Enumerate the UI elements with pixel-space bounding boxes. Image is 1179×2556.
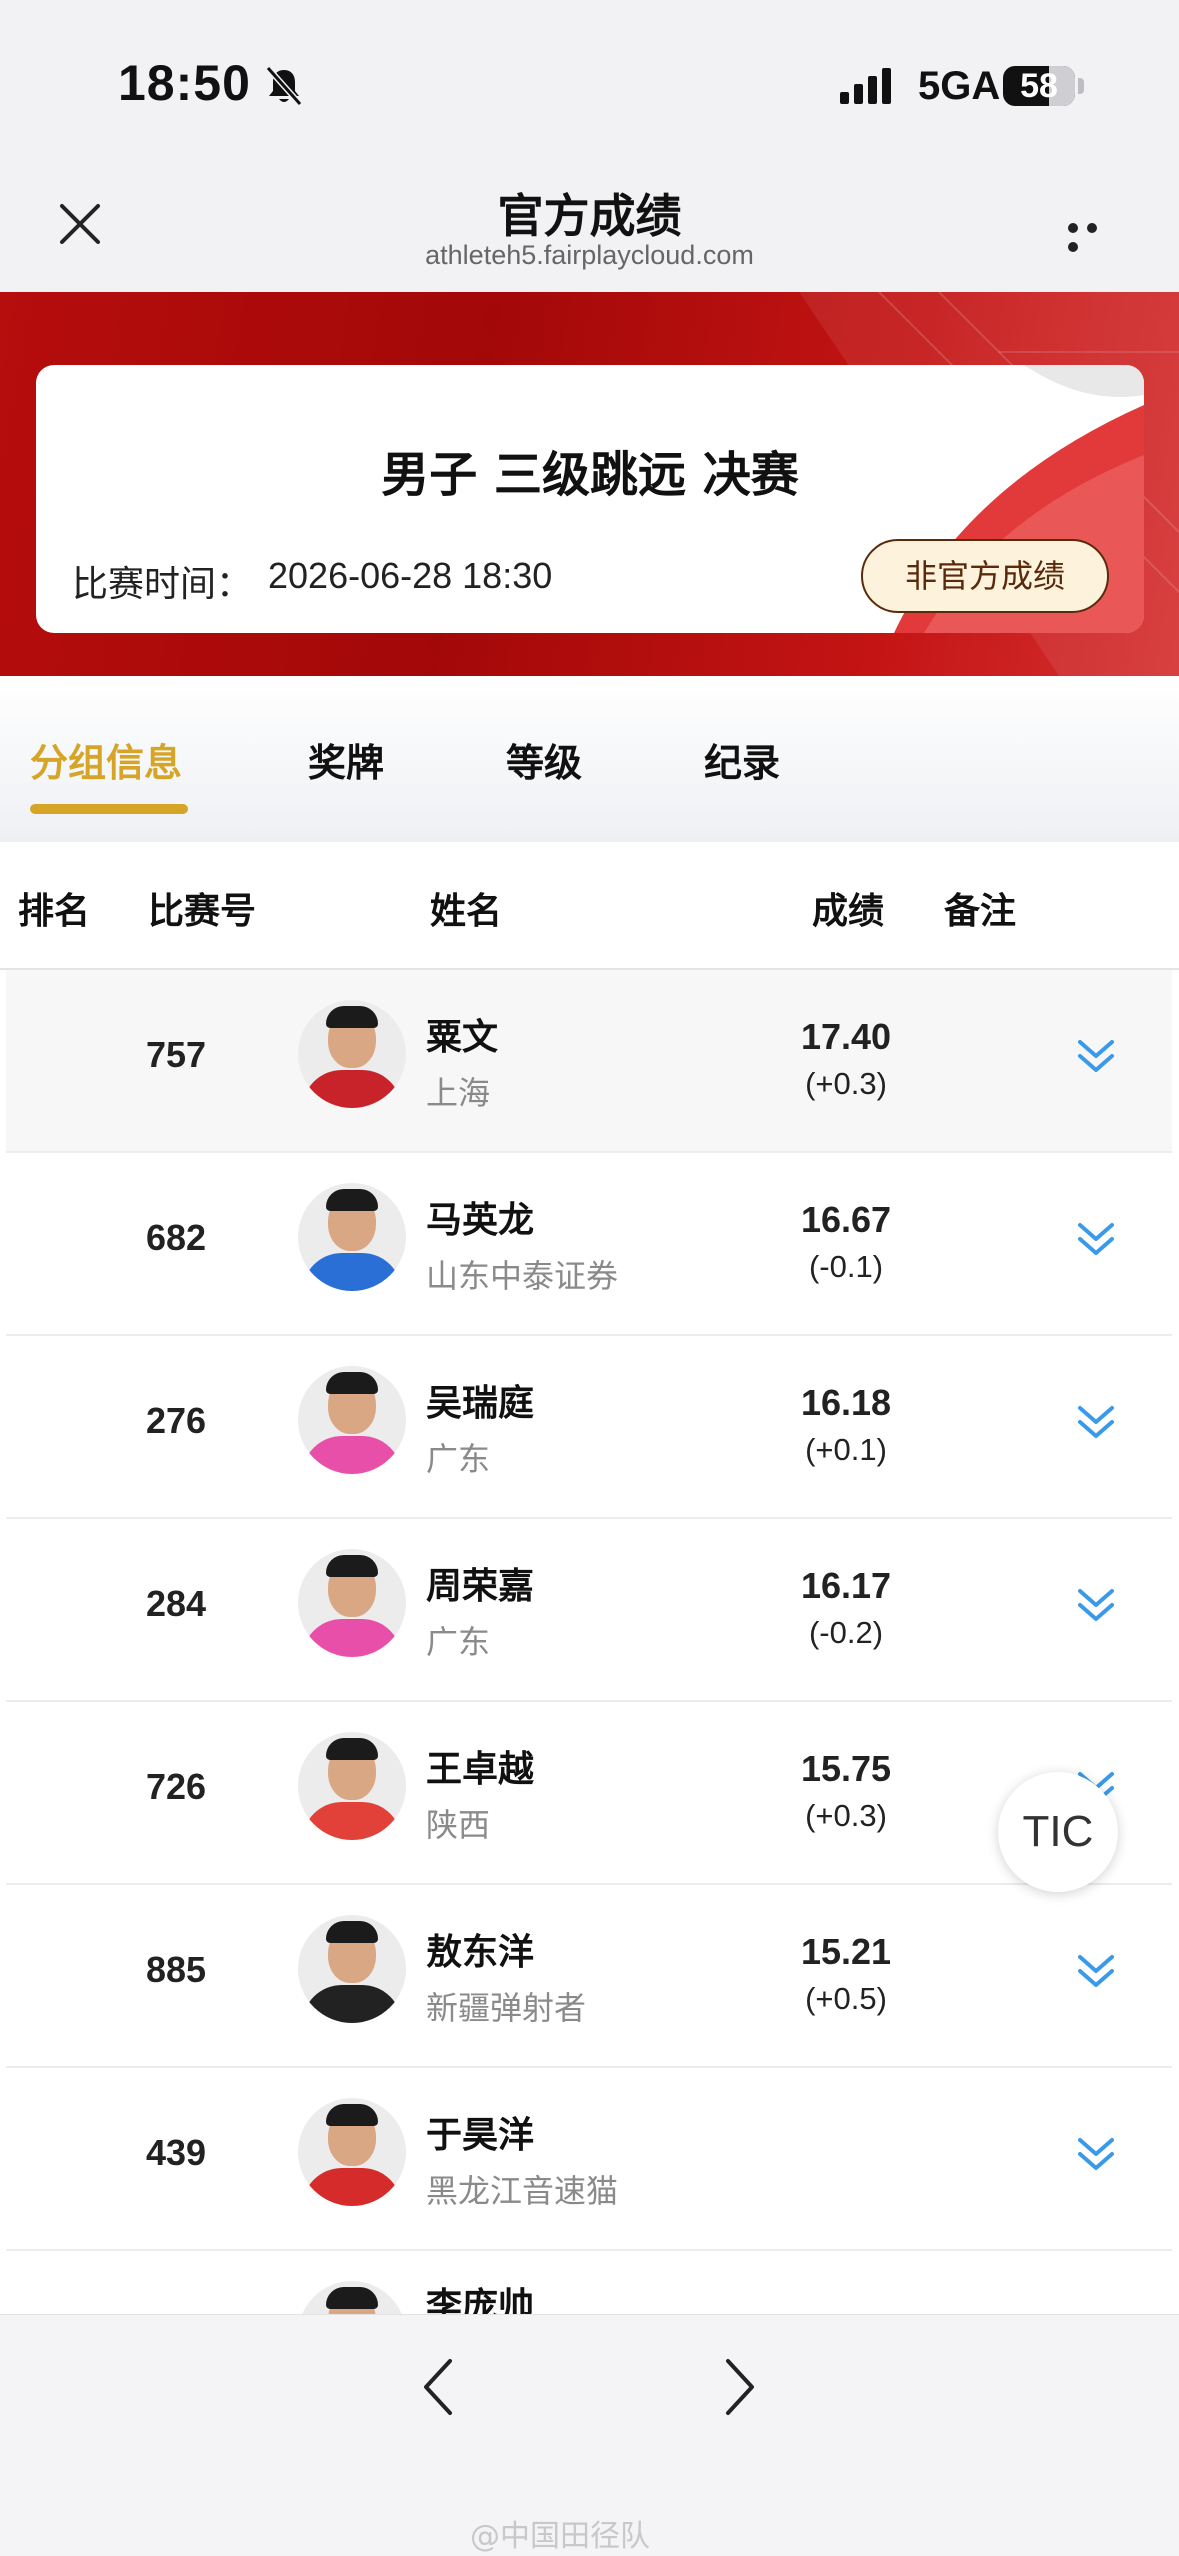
table-header: 排名 比赛号 姓名 成绩 备注 xyxy=(0,842,1179,970)
page-url: athleteh5.fairplaycloud.com xyxy=(425,240,754,270)
row-bib: 682 xyxy=(146,1217,207,1258)
chevron-double-down-icon[interactable] xyxy=(1074,1217,1118,1261)
athlete-avatar xyxy=(298,1915,406,2023)
row-bib: 726 xyxy=(146,1766,207,1807)
tab-records[interactable]: 纪录 xyxy=(704,732,780,787)
event-time-label: 比赛时间： xyxy=(72,564,253,605)
row-wind: (+0.5) xyxy=(805,1981,887,2016)
athlete-avatar xyxy=(298,2281,406,2314)
row-result: 15.75 xyxy=(800,1748,892,1789)
bottom-toolbar: @中国田径队 xyxy=(0,2314,1179,2556)
athlete-name: 于昊洋 xyxy=(426,2115,535,2156)
athlete-team: 广东 xyxy=(426,1440,491,1478)
result-status-button[interactable]: 非官方成绩 xyxy=(861,539,1109,613)
watermark: @中国田径队 xyxy=(470,2519,650,2554)
row-bib: 276 xyxy=(146,1400,207,1441)
chevron-double-down-icon[interactable] xyxy=(1074,1583,1118,1627)
athlete-avatar xyxy=(298,1732,406,1840)
row-result: 17.40 xyxy=(800,1016,892,1057)
chevron-double-down-icon[interactable] xyxy=(1074,1400,1118,1444)
app-screen: 18:50 5GA 58 官方成绩 athleteh5.fairplayclou… xyxy=(0,0,1179,2556)
signal-icon xyxy=(840,68,891,104)
table-row[interactable]: 李庞帅 xyxy=(6,2251,1172,2314)
event-title: 男子 三级跳远 决赛 xyxy=(381,447,799,503)
chevron-double-down-icon[interactable] xyxy=(1074,1034,1118,1078)
table-row[interactable]: 757 粟文 上海 17.40 (+0.3) xyxy=(6,970,1172,1153)
table-row[interactable]: 284 周荣嘉 广东 16.17 (-0.2) xyxy=(6,1519,1172,1702)
tab-group-info[interactable]: 分组信息 xyxy=(30,732,182,787)
athlete-name: 王卓越 xyxy=(426,1749,535,1790)
status-bar: 18:50 5GA 58 xyxy=(0,0,1179,160)
athlete-team: 新疆弹射者 xyxy=(426,1989,587,2027)
athlete-team: 山东中泰证券 xyxy=(426,1257,619,1295)
athlete-name: 敖东洋 xyxy=(426,1932,535,1973)
row-bib: 439 xyxy=(146,2132,207,2173)
athlete-avatar xyxy=(298,1366,406,1474)
athlete-name: 吴瑞庭 xyxy=(426,1383,535,1424)
header-note: 备注 xyxy=(944,891,1017,932)
network-label: 5GA xyxy=(918,64,1001,108)
row-result: 16.17 xyxy=(800,1565,892,1606)
nav-bar: 官方成绩 athleteh5.fairplaycloud.com xyxy=(0,160,1179,292)
active-tab-indicator xyxy=(30,804,188,814)
battery-tip xyxy=(1078,78,1084,94)
tab-grades[interactable]: 等级 xyxy=(506,732,582,787)
chevron-double-down-icon[interactable] xyxy=(1074,1949,1118,1993)
bell-muted-icon xyxy=(265,66,303,106)
row-wind: (-0.1) xyxy=(808,1249,884,1284)
athlete-avatar xyxy=(298,1549,406,1657)
event-time-value: 2026-06-28 18:30 xyxy=(268,555,553,596)
athlete-avatar xyxy=(298,1000,406,1108)
more-icon[interactable] xyxy=(1068,218,1124,252)
table-row[interactable]: 682 马英龙 山东中泰证券 16.67 (-0.1) xyxy=(6,1153,1172,1336)
athlete-team: 上海 xyxy=(426,1074,491,1112)
row-wind: (+0.1) xyxy=(805,1432,887,1467)
row-wind: (+0.3) xyxy=(805,1798,887,1833)
athlete-team: 广东 xyxy=(426,1623,491,1661)
row-bib: 885 xyxy=(146,1949,207,1990)
table-row[interactable]: 276 吴瑞庭 广东 16.18 (+0.1) xyxy=(6,1336,1172,1519)
floating-tic-button[interactable]: TIC xyxy=(998,1772,1118,1892)
row-result: 16.67 xyxy=(800,1199,892,1240)
status-time: 18:50 xyxy=(118,55,251,111)
tab-bar: 分组信息 奖牌 等级 纪录 xyxy=(0,676,1179,842)
tab-medals[interactable]: 奖牌 xyxy=(308,732,384,787)
athlete-avatar xyxy=(298,2098,406,2206)
row-bib: 757 xyxy=(146,1034,207,1075)
row-bib: 284 xyxy=(146,1583,207,1624)
table-row[interactable]: 439 于昊洋 黑龙江音速猫 xyxy=(6,2068,1172,2251)
row-wind: (+0.3) xyxy=(805,1066,887,1101)
row-wind: (-0.2) xyxy=(808,1615,884,1650)
header-result: 成绩 xyxy=(812,891,885,932)
header-bib: 比赛号 xyxy=(148,891,257,932)
athlete-name: 周荣嘉 xyxy=(426,1566,535,1607)
row-result: 15.21 xyxy=(800,1931,892,1972)
chevron-left-icon[interactable] xyxy=(416,2355,460,2419)
row-result: 16.18 xyxy=(800,1382,892,1423)
athlete-name: 李庞帅 xyxy=(426,2286,535,2314)
chevron-double-down-icon[interactable] xyxy=(1074,2132,1118,2176)
athlete-team: 黑龙江音速猫 xyxy=(426,2172,619,2210)
header-rank: 排名 xyxy=(18,891,91,932)
event-card: 男子 三级跳远 决赛 比赛时间： 2026-06-28 18:30 非官方成绩 xyxy=(36,365,1144,633)
table-row[interactable]: 726 王卓越 陕西 15.75 (+0.3) xyxy=(6,1702,1172,1885)
athlete-team: 陕西 xyxy=(426,1806,491,1844)
page-title: 官方成绩 xyxy=(497,189,682,243)
athlete-name: 粟文 xyxy=(426,1017,499,1058)
athlete-avatar xyxy=(298,1183,406,1291)
athlete-name: 马英龙 xyxy=(426,1200,535,1241)
results-list: 757 粟文 上海 17.40 (+0.3) 682 马英龙 山东中泰证券 16… xyxy=(0,970,1179,2314)
battery-indicator: 58 xyxy=(1003,66,1075,106)
battery-level: 58 xyxy=(1020,67,1058,105)
chevron-right-icon[interactable] xyxy=(718,2355,762,2419)
header-name: 姓名 xyxy=(430,891,503,932)
table-row[interactable]: 885 敖东洋 新疆弹射者 15.21 (+0.5) xyxy=(6,1885,1172,2068)
